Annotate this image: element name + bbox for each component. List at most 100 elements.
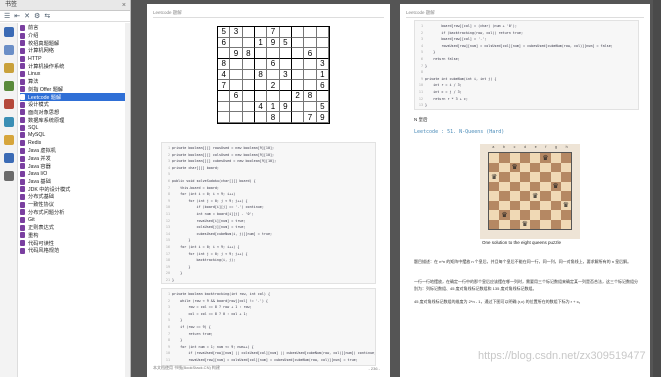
code-text: if (row == 9) { xyxy=(172,324,211,329)
sudoku-cell: 6 xyxy=(267,59,280,70)
queen-icon: ♛ xyxy=(521,221,529,229)
sudoku-cell: 6 xyxy=(230,91,243,102)
link-icon[interactable] xyxy=(4,117,14,127)
sudoku-cell xyxy=(242,37,255,49)
bookmark-item[interactable]: 分布式问题分析 xyxy=(20,209,130,217)
bookmark-item[interactable]: Leetcode 题解 xyxy=(20,93,130,101)
sudoku-cell xyxy=(291,101,305,113)
bookmark-icon xyxy=(20,40,25,47)
bookmark-item[interactable]: Java 虚拟机 xyxy=(20,147,130,155)
board-square xyxy=(489,200,500,210)
settings-icon[interactable]: ⚙ xyxy=(34,11,40,22)
swap-icon[interactable]: ⇆ xyxy=(44,11,50,22)
lock-icon[interactable] xyxy=(4,135,14,145)
list-icon[interactable]: ☰ xyxy=(4,11,10,22)
code-text: } xyxy=(172,318,183,323)
bookmark-item[interactable]: Java I/O xyxy=(20,170,130,178)
bookmark-icon xyxy=(20,78,25,85)
bookmark-item[interactable]: 代码可读性 xyxy=(20,239,130,247)
code-line: 1 private boolean backtracking(int row, i… xyxy=(162,292,375,299)
code-line: 12 return r * 3 + c; xyxy=(415,97,638,104)
bookmark-label: 分布式基础 xyxy=(28,194,54,201)
sudoku-cell xyxy=(242,101,255,113)
bookmark-item[interactable]: 分布式基础 xyxy=(20,193,130,201)
bookmark-item[interactable]: JDK 中的设计模式 xyxy=(20,185,130,193)
bookmark-item[interactable]: 计算机操作系统 xyxy=(20,62,130,70)
pdf-page-left: Leetcode 题解 5376195986863483172662841958… xyxy=(147,4,390,377)
leetcode-link[interactable]: Leetcode : 51. N-Queens (Hard) xyxy=(414,129,504,135)
sudoku-cell: 4 xyxy=(218,69,231,81)
bookmark-item[interactable]: SQL xyxy=(20,124,130,132)
comment-icon[interactable] xyxy=(4,63,14,73)
bookmark-item[interactable]: 正则表达式 xyxy=(20,224,130,232)
bookmark-item[interactable]: 设计模式 xyxy=(20,101,130,109)
signature-icon[interactable] xyxy=(4,153,14,163)
bookmark-item[interactable]: 一致性协议 xyxy=(20,201,130,209)
sudoku-cell xyxy=(242,112,255,123)
attachment-icon[interactable] xyxy=(4,81,14,91)
bookmark-label: Linux xyxy=(28,70,41,77)
bookmark-label: 数据库系统原理 xyxy=(28,117,65,124)
file-label: d xyxy=(524,145,527,149)
bookmark-item[interactable]: 算法 xyxy=(20,78,130,86)
code-text: private boolean[][] colsUsed = new boole… xyxy=(172,152,275,157)
code-text: } xyxy=(425,63,428,68)
board-square xyxy=(509,181,520,191)
bookmark-item[interactable]: 重构 xyxy=(20,232,130,240)
board-square xyxy=(489,162,500,172)
bookmark-icon xyxy=(20,232,25,239)
board-square xyxy=(550,191,561,201)
bookmark-item[interactable]: 前言 xyxy=(20,24,130,32)
sudoku-cell xyxy=(316,91,329,102)
bookmark-item[interactable]: Linux xyxy=(20,70,130,78)
delete-icon[interactable]: ✕ xyxy=(24,11,30,22)
code-line: 8 xyxy=(415,70,638,77)
code-line: 3 board[row][col] = '.'; xyxy=(415,37,638,44)
bookmark-toolbar: ☰ ⇤ ✕ ⚙ ⇆ xyxy=(0,11,130,22)
code-line: 9 private int cubeNum(int i, int j) { xyxy=(415,77,638,84)
board-square xyxy=(560,191,571,201)
bookmark-item[interactable]: Java 并发 xyxy=(20,155,130,163)
bookmark-item[interactable]: 校招真题题解 xyxy=(20,39,130,47)
pages-icon[interactable] xyxy=(4,27,14,37)
sudoku-cell: 5 xyxy=(218,27,231,38)
bookmark-item[interactable]: 面向对象思想 xyxy=(20,109,130,117)
sudoku-cell: 4 xyxy=(254,101,268,113)
bookmark-item[interactable]: 数据库系统原理 xyxy=(20,116,130,124)
sudoku-cell xyxy=(218,112,231,123)
line-number: 17 xyxy=(165,251,170,256)
layers-icon[interactable] xyxy=(4,99,14,109)
close-icon[interactable]: × xyxy=(122,0,126,11)
bookmark-item[interactable]: Java 容器 xyxy=(20,162,130,170)
document-scrollbar[interactable] xyxy=(653,0,661,377)
line-number: 9 xyxy=(167,198,170,203)
code-block: 1 board[row][col] = (char) (num + '0'); 2… xyxy=(414,20,639,110)
sidebar-scrollbar[interactable] xyxy=(125,23,130,377)
board-square: ♛ xyxy=(519,219,530,229)
collapse-icon[interactable]: ⇤ xyxy=(14,11,20,22)
bookmark-item[interactable]: MySQL xyxy=(20,132,130,140)
bookmark-item[interactable]: HTTP xyxy=(20,55,130,63)
bookmark-item[interactable]: Java 基础 xyxy=(20,178,130,186)
bookmark-icon xyxy=(20,247,25,254)
bookmark-icon[interactable] xyxy=(4,45,14,55)
bookmark-item[interactable]: 剑指 Offer 题解 xyxy=(20,86,130,94)
bookmark-item[interactable]: Redis xyxy=(20,139,130,147)
code-text: rowsUsed[i][num] = true; xyxy=(172,218,246,223)
sudoku-cell: 9 xyxy=(279,101,292,113)
code-text: } xyxy=(172,238,191,243)
solution-paragraph: 一行一行地摆放，在确定一行中的那个皇后应该摆在哪一列时，需要用三个标记数组来确定… xyxy=(414,279,638,291)
bookmark-item[interactable]: 计算机网络 xyxy=(20,47,130,55)
tools-icon[interactable] xyxy=(4,171,14,181)
bookmark-item[interactable]: 代码风格规范 xyxy=(20,247,130,255)
bookmark-item[interactable]: 介绍 xyxy=(20,32,130,40)
sudoku-cell xyxy=(304,80,317,91)
queen-icon: ♛ xyxy=(501,211,508,219)
sudoku-cell: 5 xyxy=(279,37,292,49)
bookmark-item[interactable]: Git xyxy=(20,216,130,224)
board-square xyxy=(540,200,551,210)
code-text: for (int j = 0; j < 9; j++) { xyxy=(172,198,248,203)
bookmark-label: 设计模式 xyxy=(28,102,49,109)
bookmark-panel-title: 书签 xyxy=(5,2,18,8)
sudoku-cell xyxy=(279,80,292,91)
